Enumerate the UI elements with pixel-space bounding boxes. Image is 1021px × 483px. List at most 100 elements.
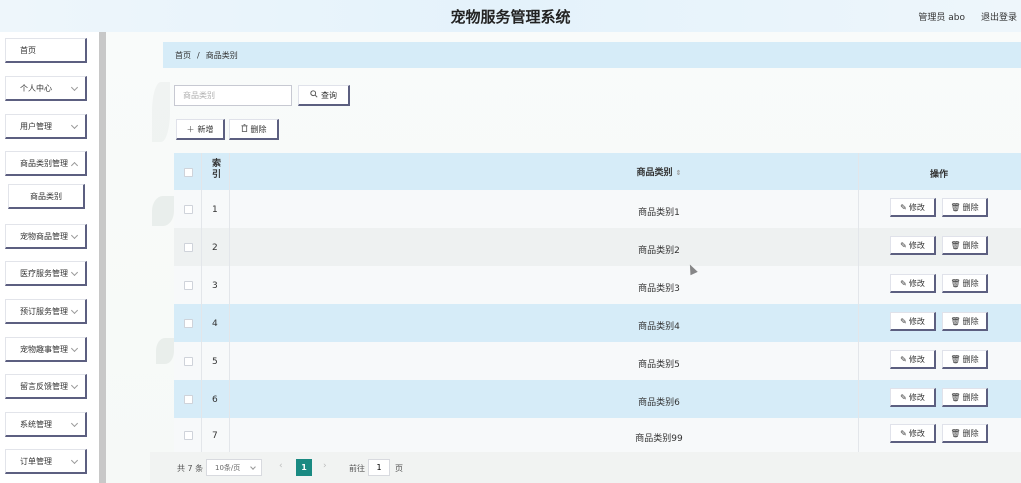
chevron-down-icon bbox=[250, 464, 256, 470]
sidebar-item-pet-products[interactable]: 宠物商品管理 bbox=[5, 224, 87, 249]
batch-delete-button[interactable]: 删除 bbox=[229, 119, 279, 140]
goto-page-input[interactable] bbox=[368, 459, 390, 476]
edit-button[interactable]: ✎ 修改 bbox=[890, 236, 936, 255]
sidebar-item-home[interactable]: 首页 bbox=[5, 38, 87, 63]
edit-button[interactable]: ✎ 修改 bbox=[890, 388, 936, 407]
table-row: 4 商品类别4 ✎ 修改 🗑 删除 bbox=[174, 304, 1021, 342]
trash-icon: 🗑 bbox=[950, 428, 961, 438]
column-header-name-label: 商品类别 bbox=[636, 168, 673, 178]
table-header: 索 引 商品类别 ⇕ 操作 bbox=[174, 153, 1021, 190]
edit-button[interactable]: ✎ 修改 bbox=[890, 198, 936, 217]
row-index: 3 bbox=[212, 281, 218, 291]
sidebar-scrollbar[interactable] bbox=[99, 32, 106, 483]
search-button[interactable]: 查询 bbox=[298, 85, 350, 106]
sidebar-item-profile[interactable]: 个人中心 bbox=[5, 76, 87, 101]
chevron-down-icon bbox=[70, 231, 79, 240]
chevron-down-icon bbox=[70, 268, 79, 277]
sidebar-item-orders[interactable]: 订单管理 bbox=[5, 449, 87, 474]
goto-suffix: 页 bbox=[395, 464, 403, 473]
column-divider bbox=[201, 153, 202, 190]
current-user-label: 管理员 abo bbox=[918, 13, 965, 23]
row-checkbox[interactable] bbox=[184, 431, 193, 440]
column-divider bbox=[201, 342, 202, 380]
edit-button-label: 修改 bbox=[908, 240, 925, 250]
page-number-current[interactable]: 1 bbox=[296, 459, 312, 476]
column-header-name[interactable]: 商品类别 ⇕ bbox=[404, 165, 914, 178]
edit-button[interactable]: ✎ 修改 bbox=[890, 424, 936, 443]
row-checkbox[interactable] bbox=[184, 357, 193, 366]
sidebar-item-label: 医疗服务管理 bbox=[20, 268, 68, 278]
edit-icon: ✎ bbox=[900, 240, 907, 250]
delete-button[interactable]: 🗑 删除 bbox=[942, 236, 988, 255]
batch-delete-button-label: 删除 bbox=[250, 124, 267, 134]
add-button[interactable]: ＋ 新增 bbox=[176, 119, 225, 140]
column-divider bbox=[858, 418, 859, 456]
column-divider bbox=[229, 304, 230, 342]
page-size-select[interactable]: 10条/页 bbox=[206, 459, 262, 476]
row-checkbox[interactable] bbox=[184, 205, 193, 214]
row-category-name: 商品类别5 bbox=[638, 360, 680, 370]
sidebar-item-users[interactable]: 用户管理 bbox=[5, 114, 87, 139]
delete-button[interactable]: 🗑 删除 bbox=[942, 274, 988, 293]
row-checkbox[interactable] bbox=[184, 395, 193, 404]
sidebar-subitem-category[interactable]: 商品类别 bbox=[8, 184, 85, 209]
row-index: 7 bbox=[212, 431, 218, 441]
column-divider bbox=[229, 190, 230, 228]
table-row: 6 商品类别6 ✎ 修改 🗑 删除 bbox=[174, 380, 1021, 418]
breadcrumb-current: 商品类别 bbox=[205, 50, 238, 60]
table-row: 2 商品类别2 ✎ 修改 🗑 删除 bbox=[174, 228, 1021, 266]
trash-icon: 🗑 bbox=[950, 278, 961, 288]
delete-button-label: 删除 bbox=[962, 392, 979, 402]
delete-button-label: 删除 bbox=[962, 354, 979, 364]
sidebar-item-label: 系统管理 bbox=[20, 419, 52, 429]
prev-page-button[interactable]: ‹ bbox=[279, 461, 283, 471]
delete-button[interactable]: 🗑 删除 bbox=[942, 424, 988, 443]
sidebar-item-system[interactable]: 系统管理 bbox=[5, 412, 87, 437]
row-index: 2 bbox=[212, 243, 218, 253]
page-size-value: 10条/页 bbox=[215, 463, 241, 472]
next-page-button[interactable]: › bbox=[323, 461, 327, 471]
breadcrumb-home[interactable]: 首页 bbox=[175, 50, 191, 61]
row-checkbox[interactable] bbox=[184, 281, 193, 290]
row-category-name: 商品类别3 bbox=[638, 284, 680, 294]
edit-button[interactable]: ✎ 修改 bbox=[890, 350, 936, 369]
logout-link[interactable]: 退出登录 bbox=[981, 10, 1017, 23]
pagination-total: 共 7 条 bbox=[177, 464, 204, 473]
trash-icon bbox=[240, 124, 248, 134]
edit-icon: ✎ bbox=[900, 278, 907, 288]
edit-button-label: 修改 bbox=[908, 392, 925, 402]
chevron-down-icon bbox=[70, 419, 79, 428]
row-checkbox[interactable] bbox=[184, 319, 193, 328]
edit-icon: ✎ bbox=[900, 316, 907, 326]
delete-button[interactable]: 🗑 删除 bbox=[942, 388, 988, 407]
delete-button[interactable]: 🗑 删除 bbox=[942, 350, 988, 369]
sort-icon[interactable]: ⇕ bbox=[676, 169, 682, 177]
sidebar-item-label: 预订服务管理 bbox=[20, 306, 68, 316]
sidebar-item-feedback[interactable]: 留言反馈管理 bbox=[5, 374, 87, 399]
chevron-down-icon bbox=[70, 121, 79, 130]
row-category-name: 商品类别2 bbox=[638, 246, 680, 256]
chevron-down-icon bbox=[70, 381, 79, 390]
sidebar-item-pet-stories[interactable]: 宠物趣事管理 bbox=[5, 337, 87, 362]
sidebar-item-label: 首页 bbox=[20, 45, 36, 55]
sidebar-item-label: 宠物商品管理 bbox=[20, 231, 68, 241]
row-checkbox[interactable] bbox=[184, 243, 193, 252]
delete-button[interactable]: 🗑 删除 bbox=[942, 198, 988, 217]
sidebar-item-label: 用户管理 bbox=[20, 121, 52, 131]
edit-button[interactable]: ✎ 修改 bbox=[890, 274, 936, 293]
edit-button[interactable]: ✎ 修改 bbox=[890, 312, 936, 331]
select-all-checkbox[interactable] bbox=[184, 168, 193, 177]
edit-button-label: 修改 bbox=[908, 278, 925, 288]
top-header: 宠物服务管理系统 管理员 abo 退出登录 bbox=[0, 0, 1021, 32]
category-search-input[interactable] bbox=[174, 85, 292, 106]
add-button-label: 新增 bbox=[197, 124, 214, 134]
sidebar-item-category-management[interactable]: 商品类别管理 bbox=[5, 151, 87, 176]
sidebar-item-medical-services[interactable]: 医疗服务管理 bbox=[5, 261, 87, 286]
column-divider bbox=[201, 418, 202, 456]
sidebar-item-booking-services[interactable]: 预订服务管理 bbox=[5, 299, 87, 324]
trash-icon: 🗑 bbox=[950, 316, 961, 326]
column-header-actions: 操作 bbox=[930, 170, 949, 180]
delete-button[interactable]: 🗑 删除 bbox=[942, 312, 988, 331]
chevron-down-icon bbox=[70, 83, 79, 92]
column-divider bbox=[858, 228, 859, 266]
